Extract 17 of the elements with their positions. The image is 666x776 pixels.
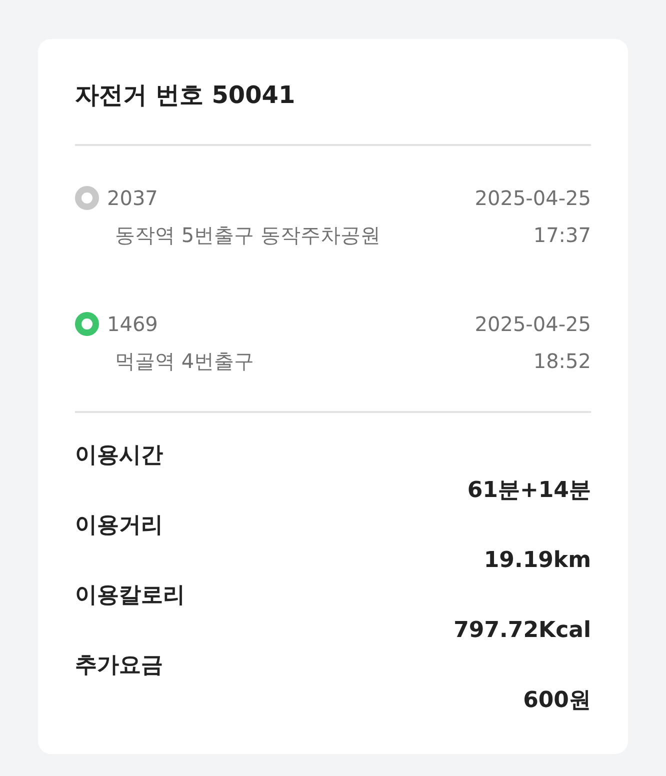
date-text: 2025-04-25	[474, 311, 591, 338]
date-text: 2025-04-25	[474, 185, 591, 212]
stat-value: 19.19km	[484, 548, 591, 573]
station-number: 2037	[107, 185, 158, 212]
stat-label: 추가요금	[75, 653, 163, 678]
stat-label: 이용거리	[75, 513, 163, 538]
station-name: 먹골역 4번출구	[114, 349, 254, 373]
time-text: 17:37	[532, 222, 591, 249]
bike-number-title: 자전거 번호 50041	[75, 80, 296, 111]
time-text: 18:52	[532, 348, 591, 375]
stat-value: 61분+14분	[467, 478, 591, 503]
stat-label: 이용시간	[75, 443, 163, 468]
stat-value: 600원	[523, 688, 591, 713]
station-number: 1469	[107, 311, 158, 338]
stat-value: 797.72Kcal	[454, 618, 591, 643]
stat-label: 이용칼로리	[75, 583, 185, 608]
station-name: 동작역 5번출구 동작주차공원	[114, 223, 380, 247]
